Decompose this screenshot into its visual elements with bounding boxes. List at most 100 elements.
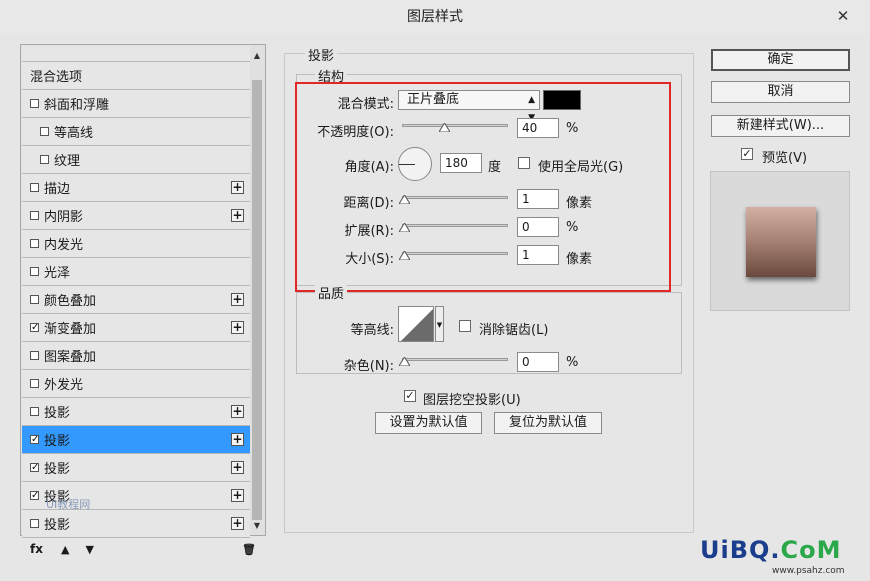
slider-thumb-icon[interactable] bbox=[399, 357, 410, 366]
section-title: 投影 bbox=[305, 45, 338, 64]
slider-thumb-icon[interactable] bbox=[399, 251, 410, 260]
style-item-label: 内发光 bbox=[44, 238, 84, 253]
preview-swatch bbox=[746, 207, 816, 277]
chevron-down-icon[interactable]: ▼ bbox=[435, 306, 444, 342]
style-item[interactable]: 斜面和浮雕 bbox=[22, 90, 250, 118]
scroll-thumb[interactable] bbox=[252, 80, 262, 520]
opacity-label: 不透明度(O): bbox=[317, 125, 394, 140]
style-item-checkbox[interactable]: ✓ bbox=[30, 491, 39, 501]
style-item-checkbox[interactable] bbox=[30, 379, 39, 388]
make-default-button[interactable]: 设置为默认值 bbox=[375, 412, 482, 434]
style-item-label: 斜面和浮雕 bbox=[44, 98, 110, 113]
style-item[interactable]: 混合选项 bbox=[22, 62, 250, 90]
style-item-checkbox[interactable] bbox=[30, 183, 39, 192]
noise-slider[interactable] bbox=[399, 357, 508, 366]
add-effect-icon[interactable]: + bbox=[231, 321, 244, 334]
style-item-checkbox[interactable] bbox=[30, 267, 39, 276]
style-item[interactable]: ✓ 渐变叠加 + bbox=[22, 314, 250, 342]
close-button[interactable]: ✕ bbox=[830, 6, 856, 26]
move-down-icon[interactable]: ▼ bbox=[85, 543, 93, 556]
angle-dial[interactable] bbox=[398, 147, 432, 181]
global-light-label: 使用全局光(G) bbox=[538, 160, 624, 175]
shadow-color-swatch[interactable] bbox=[543, 90, 581, 110]
delete-icon[interactable]: 🗑 bbox=[242, 543, 256, 556]
window-title: 图层样式 bbox=[407, 9, 463, 25]
noise-input[interactable]: 0 bbox=[517, 352, 559, 372]
style-item[interactable]: 内阴影 + bbox=[22, 202, 250, 230]
reset-default-button[interactable]: 复位为默认值 bbox=[494, 412, 602, 434]
new-style-button[interactable]: 新建样式(W)... bbox=[711, 115, 850, 137]
scroll-down-icon[interactable]: ▼ bbox=[252, 520, 262, 532]
style-item-checkbox[interactable] bbox=[40, 155, 49, 164]
slider-thumb-icon[interactable] bbox=[439, 123, 450, 132]
blend-mode-select[interactable]: 正片叠底 ▲▼ bbox=[398, 90, 540, 123]
style-item-label: 投影 bbox=[44, 434, 71, 449]
style-item-checkbox[interactable] bbox=[30, 519, 39, 528]
style-item[interactable]: 外发光 bbox=[22, 370, 250, 398]
distance-input[interactable]: 1 bbox=[517, 189, 559, 209]
add-effect-icon[interactable]: + bbox=[231, 181, 244, 194]
style-item-label: 内阴影 bbox=[44, 210, 84, 225]
style-item-checkbox[interactable] bbox=[30, 239, 39, 248]
style-item[interactable]: 内发光 bbox=[22, 230, 250, 258]
move-up-icon[interactable]: ▲ bbox=[61, 543, 69, 556]
style-item[interactable]: 投影 + bbox=[22, 398, 250, 426]
style-item[interactable]: 等高线 bbox=[22, 118, 250, 146]
style-item-checkbox[interactable] bbox=[30, 295, 39, 304]
ok-button[interactable]: 确定 bbox=[711, 49, 850, 71]
style-item-label: 颜色叠加 bbox=[44, 294, 97, 309]
size-slider[interactable] bbox=[399, 251, 508, 260]
style-item-checkbox[interactable] bbox=[30, 351, 39, 360]
add-effect-icon[interactable]: + bbox=[231, 209, 244, 222]
add-effect-icon[interactable]: + bbox=[231, 293, 244, 306]
style-item[interactable]: 描边 + bbox=[22, 174, 250, 202]
antialias-checkbox[interactable] bbox=[459, 320, 471, 332]
slider-thumb-icon[interactable] bbox=[399, 195, 410, 204]
opacity-slider[interactable] bbox=[402, 123, 508, 132]
opacity-input[interactable]: 40 bbox=[517, 118, 559, 138]
slider-thumb-icon[interactable] bbox=[399, 223, 410, 232]
style-item-label: 纹理 bbox=[54, 154, 81, 169]
close-icon: ✕ bbox=[836, 7, 850, 25]
scroll-up-icon[interactable]: ▲ bbox=[252, 50, 262, 62]
style-item[interactable]: 光泽 bbox=[22, 258, 250, 286]
opacity-unit: % bbox=[566, 121, 579, 136]
style-item-checkbox[interactable]: ✓ bbox=[30, 463, 39, 473]
style-item-checkbox[interactable]: ✓ bbox=[30, 435, 39, 445]
knockout-checkbox[interactable]: ✓ bbox=[404, 390, 416, 402]
noise-unit: % bbox=[566, 355, 579, 370]
contour-preview[interactable] bbox=[398, 306, 434, 342]
style-item[interactable]: ✓ 投影 + bbox=[22, 454, 250, 482]
fx-icon[interactable]: fx bbox=[30, 542, 43, 556]
add-effect-icon[interactable]: + bbox=[231, 517, 244, 530]
cancel-button[interactable]: 取消 bbox=[711, 81, 850, 103]
add-effect-icon[interactable]: + bbox=[231, 405, 244, 418]
spread-input[interactable]: 0 bbox=[517, 217, 559, 237]
style-item[interactable]: 颜色叠加 + bbox=[22, 286, 250, 314]
style-item[interactable]: ✓ 投影 + bbox=[22, 426, 250, 454]
style-item-checkbox[interactable]: ✓ bbox=[30, 323, 39, 333]
list-footer: fx ▲ ▼ 🗑 bbox=[20, 538, 266, 560]
style-item[interactable]: 图案叠加 bbox=[22, 342, 250, 370]
noise-label: 杂色(N): bbox=[343, 359, 394, 374]
style-item[interactable]: 纹理 bbox=[22, 146, 250, 174]
distance-slider[interactable] bbox=[399, 195, 508, 204]
angle-input[interactable]: 180 bbox=[440, 153, 482, 173]
add-effect-icon[interactable]: + bbox=[231, 489, 244, 502]
style-item-checkbox[interactable] bbox=[30, 407, 39, 416]
spread-slider[interactable] bbox=[399, 223, 508, 232]
style-item[interactable]: 投影 + bbox=[22, 510, 250, 538]
style-item-label: 外发光 bbox=[44, 378, 84, 393]
list-scrollbar[interactable]: ▲ ▼ bbox=[250, 46, 264, 534]
add-effect-icon[interactable]: + bbox=[231, 433, 244, 446]
preview-checkbox[interactable]: ✓ bbox=[741, 148, 753, 160]
site-logo: UiBQ.CoM bbox=[700, 536, 842, 564]
add-effect-icon[interactable]: + bbox=[231, 461, 244, 474]
style-item-checkbox[interactable] bbox=[30, 99, 39, 108]
global-light-checkbox[interactable] bbox=[518, 157, 530, 169]
blend-mode-label: 混合模式: bbox=[337, 97, 394, 112]
style-item-checkbox[interactable] bbox=[40, 127, 49, 136]
size-unit: 像素 bbox=[566, 252, 593, 267]
size-input[interactable]: 1 bbox=[517, 245, 559, 265]
style-item-checkbox[interactable] bbox=[30, 211, 39, 220]
